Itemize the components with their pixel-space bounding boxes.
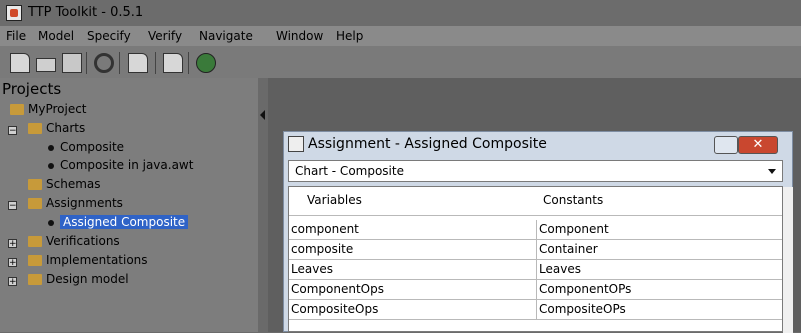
chart-select[interactable]: Chart - Composite xyxy=(288,160,783,182)
menu-specify[interactable]: Specify xyxy=(87,29,131,43)
save-icon[interactable] xyxy=(62,53,82,73)
window-titlebar: TTP Toolkit - 0.5.1 xyxy=(0,0,801,26)
open-folder-icon[interactable] xyxy=(36,58,56,72)
tree-item-label: MyProject xyxy=(28,102,87,116)
menu-file[interactable]: File xyxy=(6,29,26,43)
minimize-button[interactable] xyxy=(714,136,738,154)
folder-icon xyxy=(10,104,24,115)
collapse-charts-icon[interactable]: − xyxy=(8,126,17,136)
folder-icon xyxy=(28,179,42,190)
table-row[interactable]: CompositeOps CompositeOPs xyxy=(289,300,782,320)
column-header-variables[interactable]: Variables xyxy=(307,193,362,207)
tree-item-assigned-composite[interactable]: Assigned Composite xyxy=(48,213,189,231)
cell-constant[interactable]: Leaves xyxy=(539,262,581,276)
table-row[interactable]: Leaves Leaves xyxy=(289,260,782,280)
cell-variable[interactable]: CompositeOps xyxy=(291,302,378,316)
tree-item-schemas[interactable]: Schemas xyxy=(28,175,101,193)
folder-icon xyxy=(28,236,42,247)
tree-item-implementations[interactable]: Implementations xyxy=(28,251,148,269)
tree-item-verifications[interactable]: Verifications xyxy=(28,232,120,250)
projects-title: Projects xyxy=(2,80,62,98)
cell-variable[interactable]: ComponentOps xyxy=(291,282,384,296)
column-divider xyxy=(536,220,537,240)
expand-design-model-icon[interactable]: + xyxy=(8,277,17,287)
next-document-icon[interactable] xyxy=(163,53,183,73)
cell-constant[interactable]: ComponentOPs xyxy=(539,282,631,296)
column-divider xyxy=(536,300,537,320)
cell-constant[interactable]: CompositeOPs xyxy=(539,302,626,316)
tree-item-composite-java-awt[interactable]: Composite in java.awt xyxy=(48,156,193,174)
tree-item-composite[interactable]: Composite xyxy=(48,138,124,156)
column-header-constants[interactable]: Constants xyxy=(543,193,603,207)
menu-navigate[interactable]: Navigate xyxy=(199,29,253,43)
expand-verifications-icon[interactable]: + xyxy=(8,239,17,249)
java-icon xyxy=(288,136,304,152)
menu-model[interactable]: Model xyxy=(38,29,74,43)
folder-icon xyxy=(28,123,42,134)
window-title: TTP Toolkit - 0.5.1 xyxy=(28,5,144,20)
toolbar xyxy=(0,46,801,78)
projects-panel: Projects MyProject − Charts Composite Co… xyxy=(0,78,258,332)
menu-help[interactable]: Help xyxy=(336,29,363,43)
folder-icon xyxy=(28,274,42,285)
cell-variable[interactable]: composite xyxy=(291,242,353,256)
tree-item-label: Composite in java.awt xyxy=(60,158,194,172)
cell-constant[interactable]: Component xyxy=(539,222,609,236)
dialog-title: Assignment - Assigned Composite xyxy=(308,136,547,152)
new-document-icon[interactable] xyxy=(10,53,30,73)
verify-globe-icon[interactable] xyxy=(196,53,216,73)
toolbar-separator xyxy=(119,52,120,74)
leaf-bullet-icon xyxy=(48,162,54,169)
column-divider xyxy=(536,280,537,300)
tree-item-myproject[interactable]: MyProject xyxy=(10,100,87,118)
split-pane-divider[interactable] xyxy=(258,78,268,332)
header-divider xyxy=(289,215,782,216)
column-divider xyxy=(536,260,537,280)
tree-item-label: Design model xyxy=(46,272,129,286)
tree-item-charts[interactable]: Charts xyxy=(28,119,85,137)
vertical-scrollbar[interactable] xyxy=(783,187,793,333)
menu-window[interactable]: Window xyxy=(276,29,323,43)
leaf-bullet-icon xyxy=(48,219,54,226)
tree-item-label: Charts xyxy=(46,121,86,135)
toolbar-separator xyxy=(188,52,189,74)
tree-item-label: Assignments xyxy=(46,196,123,210)
tree-item-label: Implementations xyxy=(46,253,148,267)
toolbar-separator xyxy=(86,52,87,74)
assignment-table: Variables Constants component Component … xyxy=(288,186,793,333)
leaf-bullet-icon xyxy=(48,144,54,151)
table-row[interactable]: composite Container xyxy=(289,240,782,260)
menu-verify[interactable]: Verify xyxy=(148,29,182,43)
collapse-left-icon[interactable] xyxy=(260,110,265,120)
chevron-down-icon xyxy=(768,169,776,174)
chart-select-value: Chart - Composite xyxy=(295,164,404,178)
close-button[interactable]: ✕ xyxy=(738,136,778,154)
add-document-icon[interactable] xyxy=(128,53,148,73)
tree-item-label: Verifications xyxy=(46,234,120,248)
folder-icon xyxy=(28,255,42,266)
assignment-dialog: Assignment - Assigned Composite ✕ Chart … xyxy=(283,131,793,333)
menu-bar: File Model Specify Verify Navigate Windo… xyxy=(0,26,801,46)
table-row[interactable]: ComponentOps ComponentOPs xyxy=(289,280,782,300)
toolbar-separator xyxy=(155,52,156,74)
folder-icon xyxy=(28,198,42,209)
cell-constant[interactable]: Container xyxy=(539,242,598,256)
expand-implementations-icon[interactable]: + xyxy=(8,258,17,268)
java-icon xyxy=(6,5,22,21)
refresh-icon[interactable] xyxy=(94,53,114,73)
cell-variable[interactable]: Leaves xyxy=(291,262,333,276)
collapse-assignments-icon[interactable]: − xyxy=(8,201,17,211)
tree-item-assignments[interactable]: Assignments xyxy=(28,194,123,212)
cell-variable[interactable]: component xyxy=(291,222,359,236)
tree-item-label: Composite xyxy=(60,140,125,154)
table-row[interactable]: component Component xyxy=(289,220,782,240)
tree-item-label: Assigned Composite xyxy=(60,215,189,229)
tree-item-label: Schemas xyxy=(46,177,101,191)
tree-item-design-model[interactable]: Design model xyxy=(28,270,129,288)
column-divider xyxy=(536,240,537,260)
